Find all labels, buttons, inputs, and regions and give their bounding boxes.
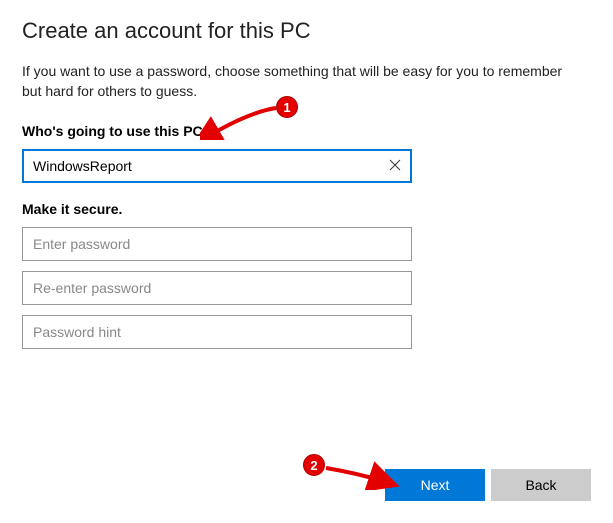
annotation-badge-2: 2: [303, 454, 325, 476]
username-label: Who's going to use this PC?: [22, 123, 591, 139]
clear-username-button[interactable]: [378, 149, 412, 183]
password-hint-input[interactable]: [22, 315, 412, 349]
button-row: Next Back: [385, 469, 591, 501]
close-icon: [389, 158, 401, 175]
username-input[interactable]: [22, 149, 412, 183]
annotation-badge-1: 1: [276, 96, 298, 118]
intro-text: If you want to use a password, choose so…: [22, 62, 582, 101]
username-field-wrap: [22, 149, 412, 183]
password-input[interactable]: [22, 227, 412, 261]
annotation-arrow-1: [200, 104, 280, 140]
secure-label: Make it secure.: [22, 201, 591, 217]
reenter-password-input[interactable]: [22, 271, 412, 305]
page-title: Create an account for this PC: [22, 18, 591, 44]
next-button[interactable]: Next: [385, 469, 485, 501]
back-button[interactable]: Back: [491, 469, 591, 501]
password-field-wrap: [22, 227, 412, 261]
password-hint-field-wrap: [22, 315, 412, 349]
annotation-arrow-2: [322, 460, 400, 490]
reenter-password-field-wrap: [22, 271, 412, 305]
